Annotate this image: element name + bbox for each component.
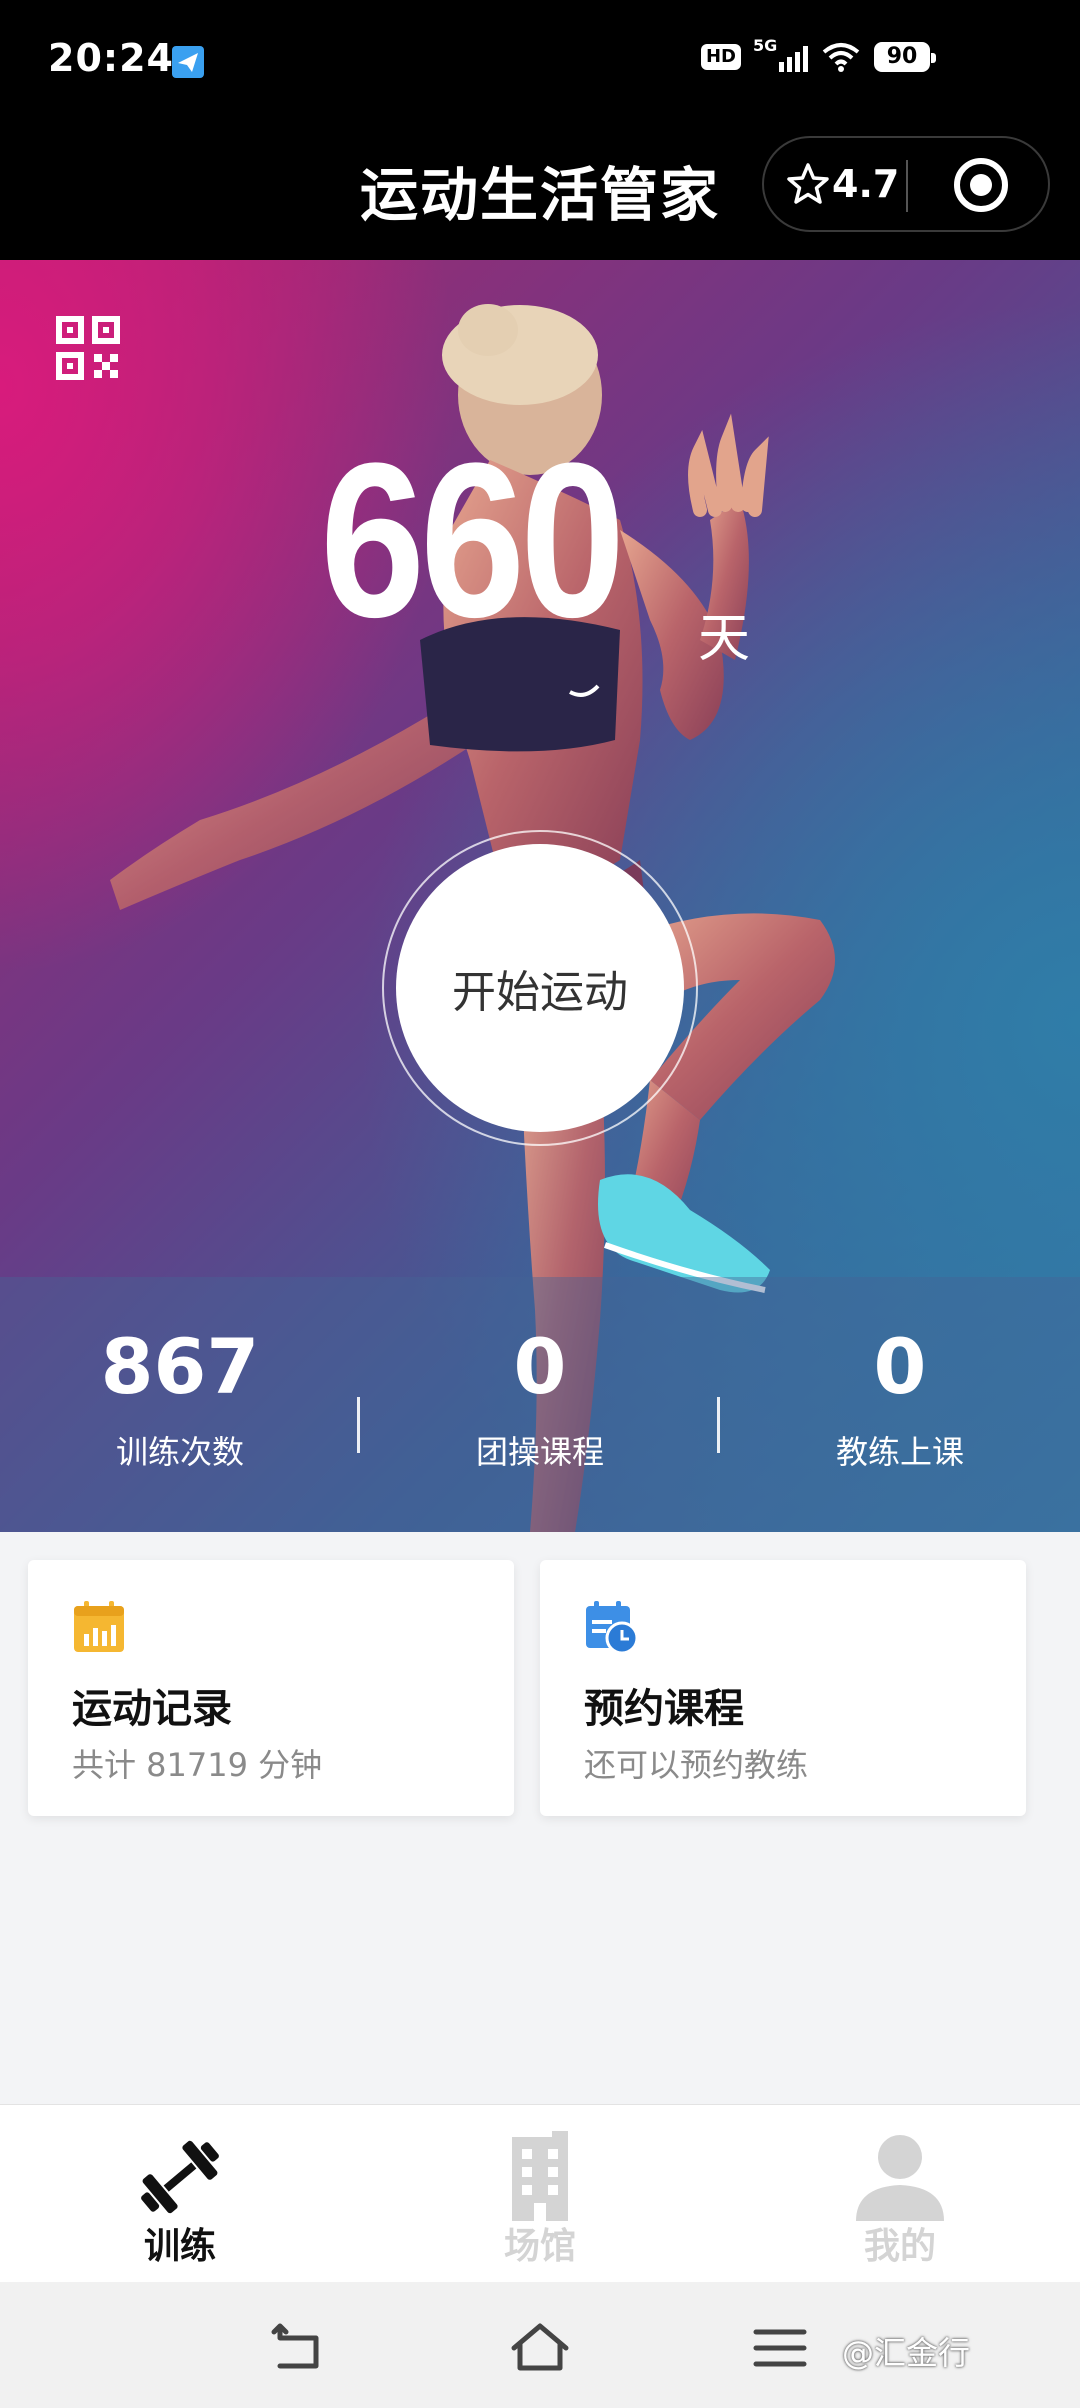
bottom-tab-bar: 训练 场馆 我的 [0,2104,1080,2282]
user-icon [856,2135,944,2221]
watermark: @汇金行 [842,2334,971,2372]
calendar-chart-icon [74,1601,124,1652]
title-bar: 运动生活管家 4.7 [0,122,1080,260]
battery-icon: 90 [874,42,936,72]
dumbbell-icon [141,2140,219,2214]
miniapp-capsule: 4.7 [762,136,1050,232]
capsule-divider [906,160,908,212]
tab-label: 训练 [143,2226,216,2267]
stat-training-count[interactable]: 867 训练次数 [0,1277,360,1532]
card-subtitle: 还可以预约教练 [584,1746,809,1784]
home-icon[interactable] [510,2322,570,2374]
star-icon[interactable] [784,160,832,208]
hero-banner: 660 天 开始运动 867 训练次数 0 团操课程 0 教练上课 [0,260,1080,1532]
cellular-signal-icon: 5G [753,36,808,72]
stat-coach-classes[interactable]: 0 教练上课 [720,1277,1080,1532]
streak-days-value: 660 [320,417,625,663]
card-title: 运动记录 [72,1686,232,1732]
app-title: 运动生活管家 [360,161,721,229]
stat-value: 0 [513,1322,567,1411]
hd-badge: HD [700,44,741,70]
card-title: 预约课程 [584,1686,744,1732]
close-miniapp-icon[interactable] [954,158,1008,212]
send-app-icon [172,46,204,78]
card-subtitle: 共计 81719 分钟 [72,1746,323,1784]
rating-value: 4.7 [832,162,900,206]
stat-label: 团操课程 [475,1433,604,1471]
stat-divider [357,1397,360,1453]
stat-value: 0 [873,1322,927,1411]
system-navigation-bar: @汇金行 [0,2282,1080,2408]
tab-label: 场馆 [503,2226,576,2267]
calendar-clock-icon [586,1601,638,1654]
stat-label: 训练次数 [115,1433,244,1471]
wifi-icon [822,43,860,72]
building-icon [512,2131,568,2221]
book-class-card[interactable]: 预约课程 还可以预约教练 [540,1560,1026,1816]
status-bar: 20:24 HD 5G 90 [0,0,1080,122]
tab-training[interactable]: 训练 [0,2105,360,2282]
tab-label: 我的 [863,2226,936,2267]
status-time: 20:24 [48,36,174,80]
status-indicators: HD 5G 90 [700,36,936,72]
workout-record-card[interactable]: 运动记录 共计 81719 分钟 [28,1560,514,1816]
stat-label: 教练上课 [835,1433,964,1471]
qr-code-icon[interactable] [56,316,120,380]
back-icon[interactable] [270,2322,330,2374]
streak-days-unit: 天 [698,609,751,669]
menu-icon[interactable] [750,2322,810,2374]
signal-label: 5G [753,36,778,55]
tab-profile[interactable]: 我的 [720,2105,1080,2282]
stat-value: 867 [100,1322,260,1411]
start-workout-button[interactable]: 开始运动 [396,844,684,1132]
stat-group-classes[interactable]: 0 团操课程 [360,1277,720,1532]
tab-venues[interactable]: 场馆 [360,2105,720,2282]
stat-divider [717,1397,720,1453]
stats-band: 867 训练次数 0 团操课程 0 教练上课 [0,1277,1080,1532]
